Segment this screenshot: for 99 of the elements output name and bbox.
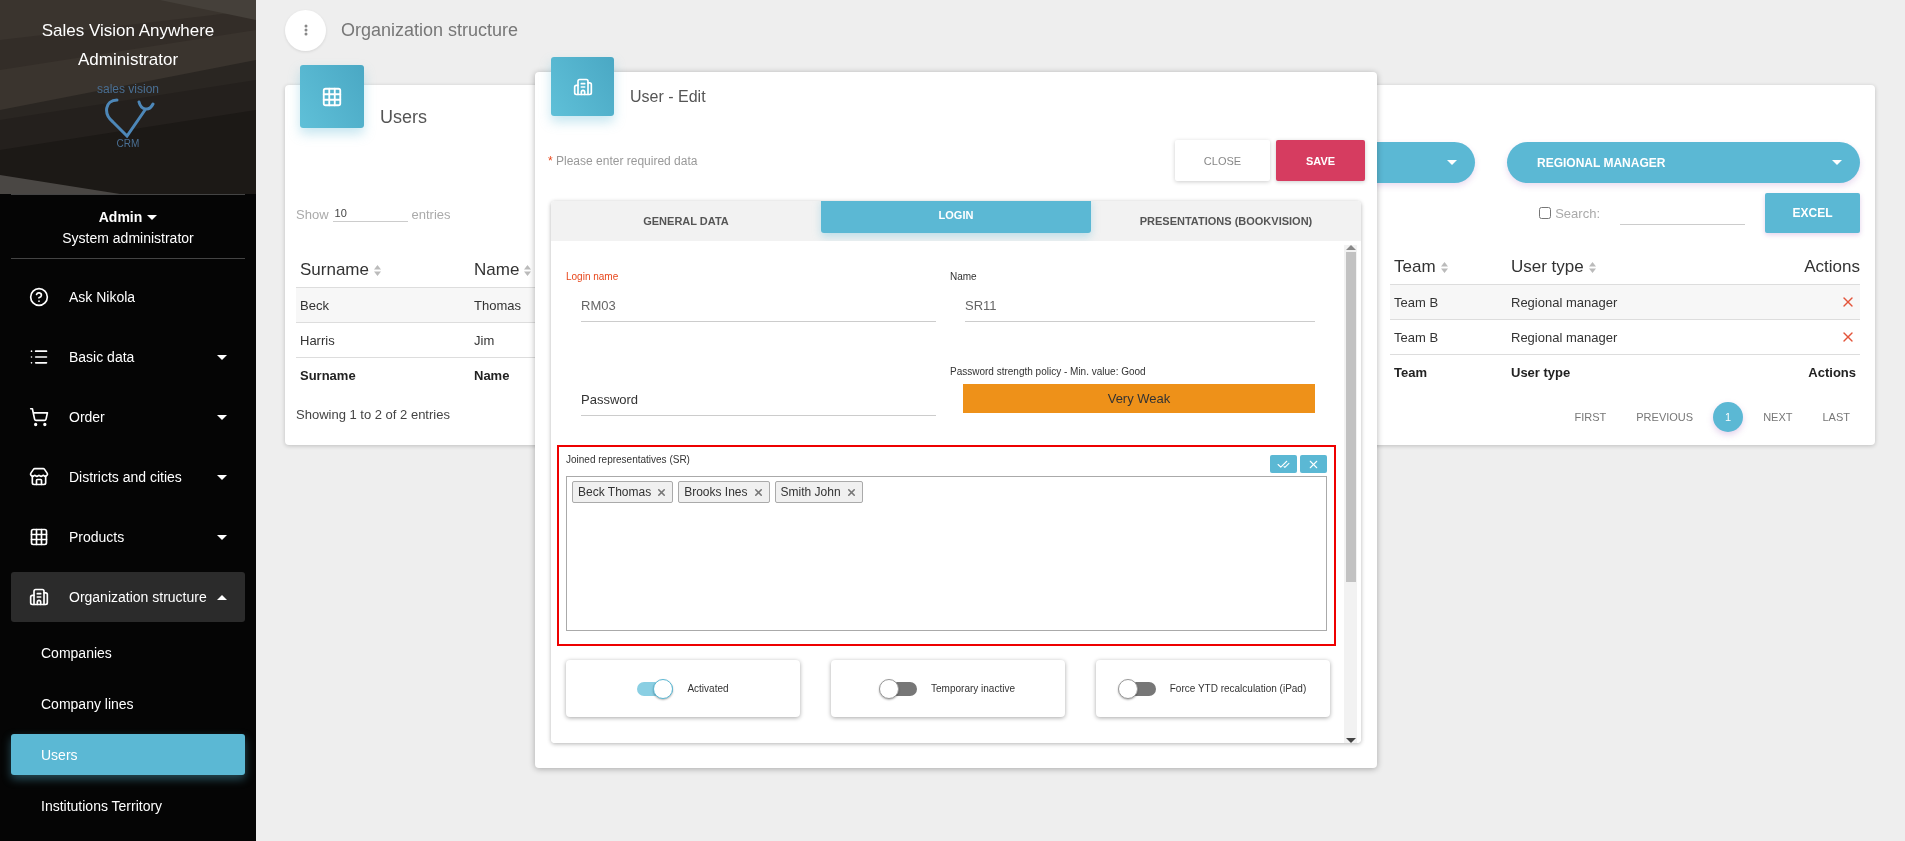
- caret-icon: [217, 354, 227, 360]
- toggle-switch[interactable]: [1119, 681, 1156, 696]
- table-cell-text: Team B: [1393, 294, 1440, 310]
- column-footer: User type: [1507, 365, 1707, 380]
- column-footer: Name: [470, 368, 556, 383]
- caret-icon: [217, 474, 227, 480]
- column-footer: Surname: [296, 368, 470, 383]
- table-cell-text: Beck: [299, 297, 330, 313]
- toggle-label: Activated: [687, 683, 729, 694]
- toggle-label: Temporary inactive: [931, 683, 1015, 694]
- store-icon: [29, 467, 49, 487]
- column-footer: Actions: [1707, 365, 1860, 380]
- remove-tag-button[interactable]: [656, 486, 668, 498]
- caret-icon: [147, 214, 158, 220]
- text-field[interactable]: RM03: [581, 294, 936, 322]
- sort-icon: [1440, 261, 1448, 273]
- app-title: Sales Vision Anywhere Administrator: [40, 20, 216, 71]
- page-button[interactable]: NEXT: [1753, 402, 1803, 432]
- page-button[interactable]: LAST: [1812, 402, 1860, 432]
- strength-label: Password strength policy - Min. value: Good: [950, 366, 1147, 377]
- remove-tag-button[interactable]: [752, 486, 764, 498]
- cart-icon: [29, 407, 49, 427]
- list-icon: [29, 347, 49, 367]
- sidebar-item[interactable]: Basic data: [11, 332, 245, 382]
- tag-label: Beck Thomas: [578, 485, 652, 499]
- dialog-title: User - Edit: [630, 88, 706, 106]
- field-label: Joined representatives (SR): [566, 454, 690, 465]
- toggle-label: Force YTD recalculation (iPad): [1169, 683, 1307, 694]
- search-checkbox[interactable]: [1539, 207, 1552, 219]
- scroll-up-icon: [1345, 245, 1356, 250]
- sidebar-item[interactable]: Order: [11, 392, 245, 442]
- sidebar-item[interactable]: Districts and cities: [11, 452, 245, 502]
- tag-label: Smith John: [780, 485, 841, 499]
- tab[interactable]: GENERAL DATA: [551, 201, 821, 241]
- user-role: System administrator: [62, 230, 194, 246]
- help-icon: [29, 287, 49, 307]
- tab[interactable]: PRESENTATIONS (BOOKVISION): [1091, 201, 1361, 241]
- table-cell-text: Regional manager: [1510, 329, 1619, 345]
- page-title: Organization structure: [341, 19, 519, 41]
- toggle-switch[interactable]: [881, 681, 918, 696]
- column-footer: Team: [1390, 365, 1507, 380]
- search-label: Search:: [1555, 205, 1600, 221]
- table-cell-text: Regional manager: [1510, 294, 1619, 310]
- building-icon: [29, 587, 49, 607]
- table-cell-text: Thomas: [473, 297, 522, 313]
- sidebar-item[interactable]: Products: [11, 512, 245, 562]
- clear-button[interactable]: [1300, 455, 1327, 473]
- close-icon: [656, 486, 668, 498]
- table-info: Showing 1 to 2 of 2 entries: [296, 407, 451, 422]
- tag-input[interactable]: Beck Thomas Brooks Ines Smith John: [566, 476, 1327, 631]
- caret-icon: [217, 534, 227, 540]
- page-button[interactable]: FIRST: [1564, 402, 1617, 432]
- scroll-down-icon: [1345, 738, 1356, 743]
- more-icon: [303, 24, 308, 36]
- remove-tag-button[interactable]: [845, 486, 857, 498]
- card-title: Users: [380, 106, 428, 129]
- building-icon: [572, 76, 593, 97]
- field-label: Name: [950, 271, 978, 282]
- column-header[interactable]: Surname: [296, 260, 470, 280]
- close-icon: [752, 486, 764, 498]
- sidebar-subitem[interactable]: Company lines: [11, 683, 245, 724]
- table-cell-text: Jim: [473, 332, 496, 348]
- grid-icon: [29, 527, 49, 547]
- sidebar-item[interactable]: Ask Nikola: [11, 272, 245, 322]
- caret-icon: [217, 594, 227, 600]
- caret-icon: [1447, 160, 1457, 165]
- sort-icon: [524, 264, 532, 276]
- tag-label: Brooks Ines: [684, 485, 748, 499]
- close-icon: [845, 486, 857, 498]
- save-button[interactable]: SAVE: [1276, 140, 1365, 181]
- caret-icon: [217, 414, 227, 420]
- page-button[interactable]: PREVIOUS: [1626, 402, 1704, 432]
- text-field[interactable]: SR11: [965, 294, 1315, 322]
- table-cell-text: Team B: [1393, 329, 1440, 345]
- sidebar-subitem[interactable]: Companies: [11, 632, 245, 673]
- sort-icon: [374, 264, 381, 276]
- column-header[interactable]: Team: [1390, 257, 1507, 277]
- close-button[interactable]: CLOSE: [1175, 140, 1270, 181]
- required-note: * Please enter required data: [548, 153, 698, 168]
- logo-text: CRM: [116, 138, 140, 150]
- select-all-button[interactable]: [1270, 455, 1297, 473]
- toggle-switch[interactable]: [637, 681, 674, 696]
- show-label: Show: [296, 207, 329, 222]
- caret-icon: [1832, 160, 1842, 165]
- user-menu[interactable]: Admin: [98, 209, 158, 225]
- scrollbar[interactable]: [1344, 245, 1357, 743]
- password-field[interactable]: Password: [581, 388, 936, 416]
- column-header[interactable]: User type: [1507, 257, 1707, 277]
- grid-icon: [321, 85, 343, 108]
- entries-label: entries: [411, 207, 451, 222]
- sidebar-subitem[interactable]: Institutions Territory: [11, 785, 245, 826]
- table-cell-text: Harris: [299, 332, 336, 348]
- sort-icon: [1588, 261, 1596, 273]
- sidebar-item[interactable]: Organization structure: [11, 572, 245, 622]
- column-header[interactable]: Name: [470, 260, 556, 280]
- logo-text: sales vision: [97, 82, 159, 96]
- strength-meter: Very Weak: [963, 384, 1315, 413]
- field-label: Login name: [566, 271, 620, 282]
- column-header: Actions: [1803, 257, 1860, 277]
